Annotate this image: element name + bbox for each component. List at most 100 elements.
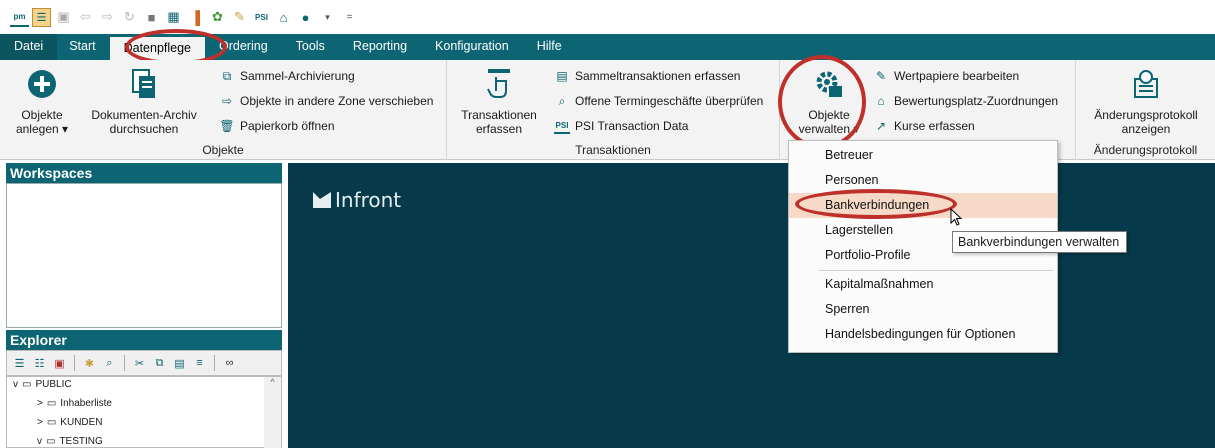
forward-icon[interactable]: ⇨: [98, 8, 117, 27]
chart-line-icon: ↗: [875, 119, 887, 133]
termingeschaefte-button[interactable]: ⌕ Offene Termingeschäfte überprüfen: [554, 91, 764, 111]
tree-icon[interactable]: ☰: [11, 355, 28, 372]
tab-start[interactable]: Start: [57, 34, 109, 60]
stop-icon[interactable]: ■: [142, 8, 161, 27]
zone-label: Objekte in andere Zone verschieben: [240, 94, 434, 108]
expand-icon[interactable]: >: [37, 398, 43, 409]
grid-icon[interactable]: ▦: [164, 8, 183, 27]
kurse-label: Kurse erfassen: [894, 119, 975, 133]
pm-icon[interactable]: pm: [10, 8, 29, 27]
papierkorb-button[interactable]: 🗑 Papierkorb öffnen: [219, 116, 334, 136]
objekte-anlegen-label: Objekte: [21, 108, 63, 122]
edit-icon[interactable]: ✎: [230, 8, 249, 27]
tab-hilfe[interactable]: Hilfe: [523, 34, 576, 60]
globe-icon[interactable]: ✿: [208, 8, 227, 27]
bank-icon[interactable]: ⌂: [274, 8, 293, 27]
bewertungsplatz-label: Bewertungsplatz-Zuordnungen: [894, 94, 1059, 108]
folder-icon: ▭: [22, 379, 32, 390]
transaktionen-erfassen-button[interactable]: Transaktionen erfassen: [461, 66, 537, 136]
back-icon[interactable]: ⇦: [76, 8, 95, 27]
paste-icon[interactable]: ▤: [171, 355, 188, 372]
menu-item-betreuer[interactable]: Betreuer: [789, 143, 1057, 168]
logo-icon: [313, 192, 331, 208]
objekte-anlegen-button[interactable]: Objekte anlegen ▾: [12, 66, 72, 136]
world-icon[interactable]: ●: [296, 8, 315, 27]
tree-icon[interactable]: ☰: [32, 7, 51, 27]
aenderung-label2: anzeigen: [1121, 122, 1171, 136]
sammel-archivierung-button[interactable]: ⧉ Sammel-Archivierung: [219, 66, 355, 86]
wertpapiere-button[interactable]: ✎ Wertpapiere bearbeiten: [873, 66, 1019, 86]
expand-icon[interactable]: v: [37, 436, 42, 447]
filter-icon[interactable]: ≡: [191, 355, 208, 372]
log-icon: [1128, 66, 1164, 102]
folder-icon: ▭: [46, 436, 56, 447]
aenderungsprotokoll-button[interactable]: Änderungsprotokoll anzeigen: [1081, 66, 1211, 136]
group-aenderungsprotokoll: Änderungsprotokoll anzeigen Änderungspro…: [1076, 60, 1215, 160]
list-icon[interactable]: ☷: [31, 355, 48, 372]
workspaces-header: Workspaces: [6, 163, 282, 183]
tree-node[interactable]: v ▭ TESTING: [37, 436, 103, 447]
dokarchiv-label2: durchsuchen: [109, 122, 179, 136]
verwalten-label: Objekte: [808, 108, 850, 122]
wertpapiere-label: Wertpapiere bearbeiten: [894, 69, 1020, 83]
chart-icon[interactable]: ▐: [186, 8, 205, 27]
copy-icon[interactable]: ⧉: [151, 355, 168, 372]
tab-ordering[interactable]: Ordering: [205, 34, 282, 60]
trash-icon: 🗑: [219, 119, 235, 133]
tab-konfiguration[interactable]: Konfiguration: [421, 34, 523, 60]
transaktionen-label: Transaktionen: [461, 108, 537, 122]
tab-tools[interactable]: Tools: [282, 34, 339, 60]
menu-item-handelsbedingungen[interactable]: Handelsbedingungen für Optionen: [789, 322, 1057, 347]
tree-node[interactable]: > ▭ Inhaberliste: [37, 398, 112, 409]
explorer-header: Explorer: [6, 330, 282, 350]
search-icon[interactable]: ⌕: [101, 355, 118, 372]
objekte-verwalten-button[interactable]: Objekte verwalten ▾: [794, 66, 864, 136]
group-label-transaktionen: Transaktionen: [575, 143, 651, 157]
document-archive-icon: [126, 66, 162, 102]
tree-node[interactable]: v ▭ PUBLIC: [13, 379, 72, 390]
kurse-button[interactable]: ↗ Kurse erfassen: [873, 116, 975, 136]
quick-access-toolbar: pm ☰ ▣ ⇦ ⇨ ↻ ■ ▦ ▐ ✿ ✎ PSI ⌂ ● ▾ =: [0, 0, 1215, 34]
tree-node-label: PUBLIC: [35, 379, 72, 390]
transaktionen-label2: erfassen: [475, 122, 523, 136]
psi-icon[interactable]: PSI: [252, 8, 271, 27]
explorer-toolbar: ☰ ☷ ▣ ✱ ⌕ ✂ ⧉ ▤ ≡ ∞: [6, 350, 282, 376]
objekte-verschieben-button[interactable]: ⇨ Objekte in andere Zone verschieben: [219, 91, 433, 111]
tab-datei[interactable]: Datei: [0, 34, 58, 60]
dropdown-icon[interactable]: ▾: [318, 8, 337, 27]
explorer-tree: v ▭ PUBLIC > ▭ Inhaberliste > ▭ KUNDEN v…: [6, 376, 282, 448]
tree-scrollbar[interactable]: ^: [264, 377, 281, 448]
group-label-objekte: Objekte: [202, 143, 244, 157]
sammeltransaktionen-button[interactable]: ▤ Sammeltransaktionen erfassen: [554, 66, 740, 86]
refresh-icon[interactable]: ↻: [120, 8, 139, 27]
menu-item-bankverbindungen[interactable]: Bankverbindungen: [789, 193, 1057, 218]
psi-transaction-button[interactable]: PSI PSI Transaction Data: [554, 116, 688, 136]
expand-icon[interactable]: v: [13, 379, 18, 390]
tab-reporting[interactable]: Reporting: [339, 34, 421, 60]
sammel-label: Sammel-Archivierung: [240, 69, 355, 83]
ribbon-tabs: Datei Start Datenpflege Ordering Tools R…: [0, 34, 1215, 60]
menu-separator: [819, 270, 1053, 271]
binoculars-icon[interactable]: ∞: [221, 355, 238, 372]
separator: [214, 355, 215, 371]
aenderung-label: Änderungsprotokoll: [1094, 108, 1198, 122]
customize-icon[interactable]: =: [340, 8, 359, 27]
psi-icon: PSI: [554, 118, 570, 134]
tree-node[interactable]: > ▭ KUNDEN: [37, 417, 103, 428]
new-folder-icon[interactable]: ✱: [81, 355, 98, 372]
cut-icon[interactable]: ✂: [131, 355, 148, 372]
expand-icon[interactable]: >: [37, 417, 43, 428]
brand-text: Infront: [335, 188, 402, 212]
archive-icon: ⧉: [222, 68, 232, 83]
save-icon[interactable]: ▣: [54, 8, 73, 27]
save-icon[interactable]: ▣: [51, 355, 68, 372]
menu-item-personen[interactable]: Personen: [789, 168, 1057, 193]
menu-item-sperren[interactable]: Sperren: [789, 297, 1057, 322]
bewertungsplatz-button[interactable]: ⌂ Bewertungsplatz-Zuordnungen: [873, 91, 1058, 111]
batch-icon: ▤: [556, 69, 568, 83]
dokumenten-archiv-button[interactable]: Dokumenten-Archiv durchsuchen: [84, 66, 204, 136]
scroll-up-icon[interactable]: ^: [264, 377, 281, 387]
workspaces-panel[interactable]: [6, 183, 282, 328]
menu-item-kapitalmassnahmen[interactable]: Kapitalmaßnahmen: [789, 272, 1057, 297]
tab-datenpflege[interactable]: Datenpflege: [109, 37, 206, 60]
